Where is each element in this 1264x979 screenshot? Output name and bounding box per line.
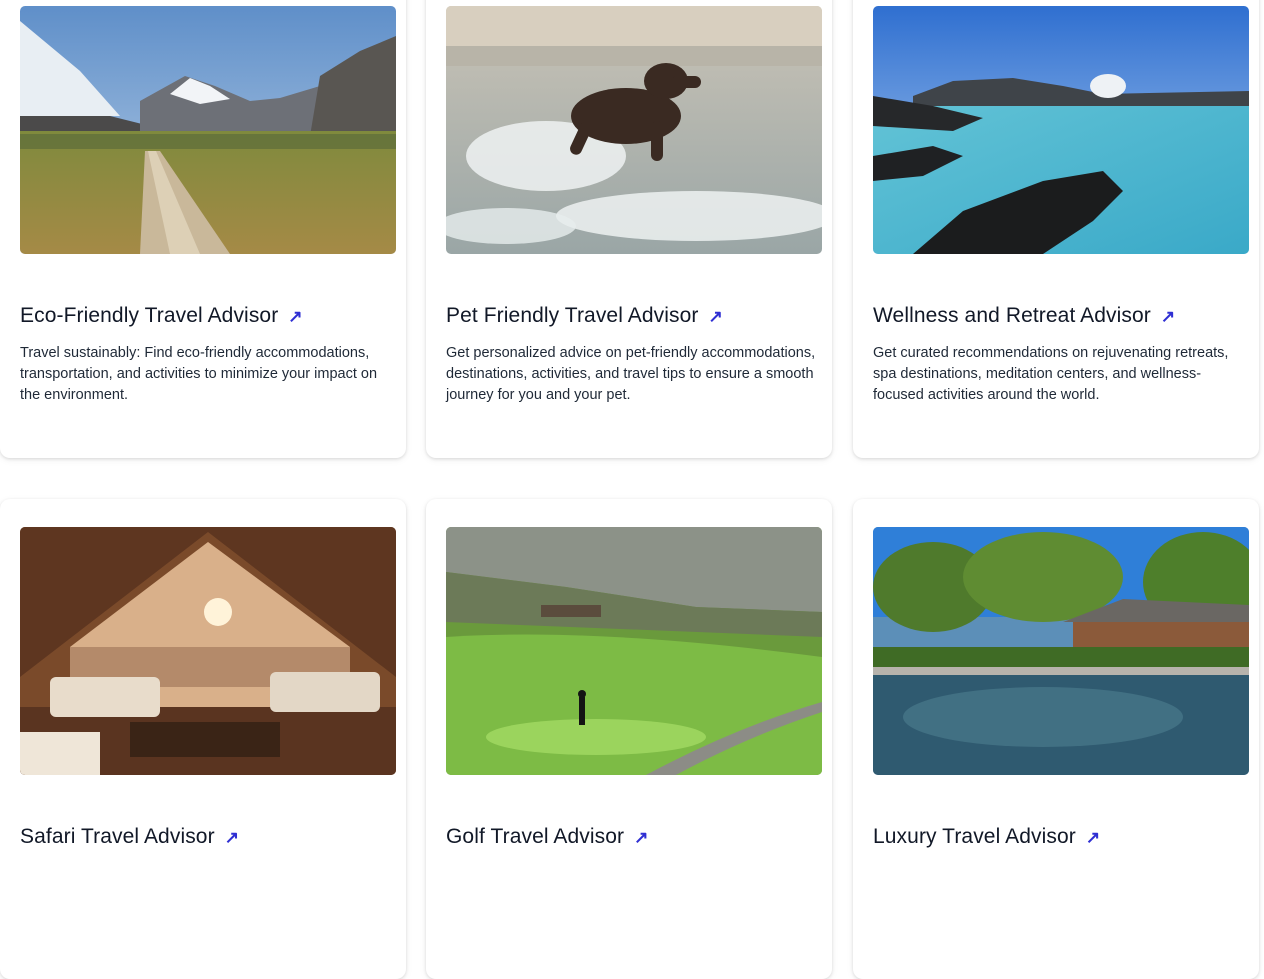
advisor-card-eco-friendly[interactable]: Eco-Friendly Travel Advisor ↗ Travel sus… xyxy=(0,0,406,458)
card-description: Get curated recommendations on rejuvenat… xyxy=(873,345,1229,403)
external-link-arrow-icon[interactable]: ↗ xyxy=(634,829,648,846)
luxury-villa-pool-image xyxy=(873,527,1249,775)
advisor-card-luxury[interactable]: Luxury Travel Advisor ↗ xyxy=(853,499,1259,979)
external-link-arrow-icon[interactable]: ↗ xyxy=(225,829,239,846)
card-title[interactable]: Safari Travel Advisor xyxy=(20,825,215,849)
external-link-arrow-icon[interactable]: ↗ xyxy=(1086,829,1100,846)
card-title[interactable]: Eco-Friendly Travel Advisor xyxy=(20,304,278,328)
card-description: Travel sustainably: Find eco-friendly ac… xyxy=(20,345,378,403)
card-title[interactable]: Golf Travel Advisor xyxy=(446,825,624,849)
card-title[interactable]: Wellness and Retreat Advisor xyxy=(873,304,1151,328)
external-link-arrow-icon[interactable]: ↗ xyxy=(708,308,722,325)
mountain-boardwalk-image xyxy=(20,6,396,254)
advisor-card-pet-friendly[interactable]: Pet Friendly Travel Advisor ↗ Get person… xyxy=(426,0,832,458)
dog-running-in-surf-image xyxy=(446,6,822,254)
blue-lagoon-image xyxy=(873,6,1249,254)
advisor-card-golf[interactable]: Golf Travel Advisor ↗ xyxy=(426,499,832,979)
golf-course-image xyxy=(446,527,822,775)
card-description: Get personalized advice on pet-friendly … xyxy=(446,345,816,403)
safari-lodge-interior-image xyxy=(20,527,396,775)
external-link-arrow-icon[interactable]: ↗ xyxy=(288,308,302,325)
advisor-card-safari[interactable]: Safari Travel Advisor ↗ xyxy=(0,499,406,979)
external-link-arrow-icon[interactable]: ↗ xyxy=(1161,308,1175,325)
advisor-card-wellness[interactable]: Wellness and Retreat Advisor ↗ Get curat… xyxy=(853,0,1259,458)
card-title[interactable]: Luxury Travel Advisor xyxy=(873,825,1076,849)
card-title[interactable]: Pet Friendly Travel Advisor xyxy=(446,304,698,328)
